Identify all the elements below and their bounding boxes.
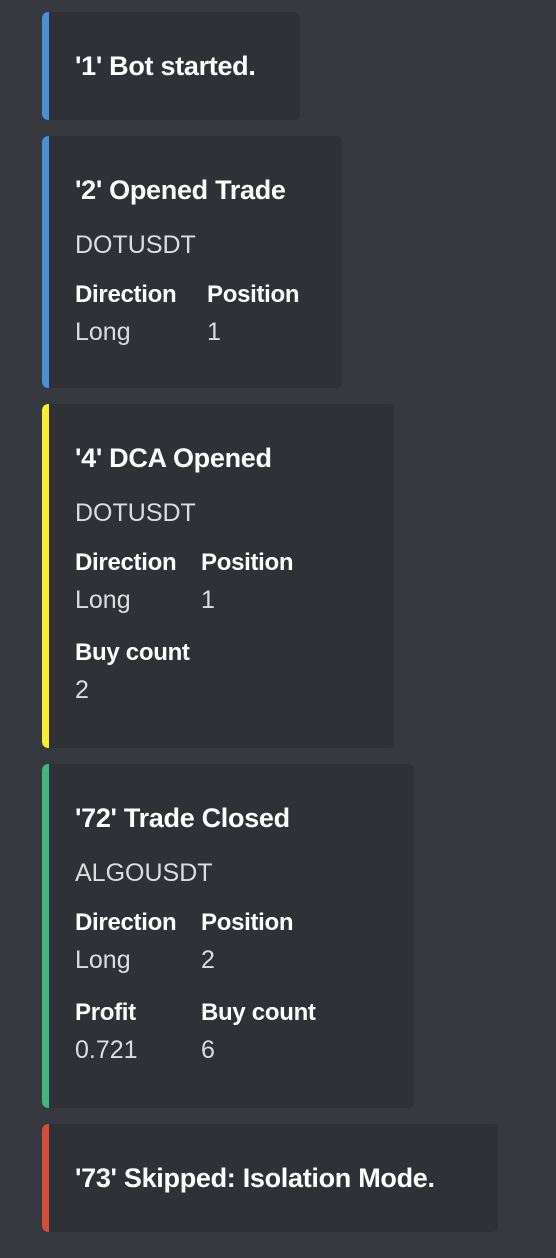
field-name: Direction xyxy=(75,281,177,308)
embed-description: DOTUSDT xyxy=(75,499,196,527)
embed-color-bar xyxy=(42,1124,49,1232)
embed-title: '4' DCA Opened xyxy=(75,443,272,473)
embed-title: '1' Bot started. xyxy=(75,51,256,81)
embed-color-bar xyxy=(42,404,49,748)
field-direction: Direction Long xyxy=(75,908,201,976)
field-row: Profit 0.721 Buy count 6 xyxy=(75,998,382,1066)
field-value: 6 xyxy=(201,1036,215,1064)
field-profit: Profit 0.721 xyxy=(75,998,201,1066)
field-value: 2 xyxy=(75,676,89,704)
field-direction: Direction Long xyxy=(75,548,201,616)
embed-title: '2' Opened Trade xyxy=(75,175,286,205)
embed-skipped: '73' Skipped: Isolation Mode. xyxy=(42,1124,498,1232)
field-value: Long xyxy=(75,946,131,974)
embed-fields: Direction Long Position 2 Profit 0.721 B… xyxy=(75,908,382,1066)
field-name: Position xyxy=(201,909,294,936)
field-direction: Direction Long xyxy=(75,280,207,348)
field-name: Position xyxy=(207,281,300,308)
field-row: Direction Long Position 2 xyxy=(75,908,382,976)
field-buy-count: Buy count 6 xyxy=(201,998,316,1066)
embed-color-bar xyxy=(42,136,49,388)
field-position: Position 2 xyxy=(201,908,294,976)
field-value: 0.721 xyxy=(75,1036,138,1064)
field-row: Direction Long Position 1 xyxy=(75,280,310,348)
field-value: Long xyxy=(75,586,131,614)
embed-trade-closed: '72' Trade Closed ALGOUSDT Direction Lon… xyxy=(42,764,414,1108)
embed-fields: Direction Long Position 1 Buy count 2 xyxy=(75,548,362,706)
field-name: Direction xyxy=(75,909,177,936)
field-row: Direction Long Position 1 xyxy=(75,548,362,616)
embed-color-bar xyxy=(42,764,49,1108)
field-name: Direction xyxy=(75,549,177,576)
field-buy-count: Buy count 2 xyxy=(75,638,190,706)
field-name: Buy count xyxy=(201,999,316,1026)
message-feed: '1' Bot started. '2' Opened Trade DOTUSD… xyxy=(0,0,556,1258)
field-value: 1 xyxy=(201,586,215,614)
embed-title: '72' Trade Closed xyxy=(75,803,290,833)
field-name: Profit xyxy=(75,999,136,1026)
embed-opened-trade: '2' Opened Trade DOTUSDT Direction Long … xyxy=(42,136,342,388)
field-value: 2 xyxy=(201,946,215,974)
embed-color-bar xyxy=(42,12,49,120)
field-position: Position 1 xyxy=(201,548,294,616)
field-name: Position xyxy=(201,549,294,576)
embed-description: DOTUSDT xyxy=(75,231,196,259)
field-row: Buy count 2 xyxy=(75,638,362,706)
embed-fields: Direction Long Position 1 xyxy=(75,280,310,348)
embed-bot-started: '1' Bot started. xyxy=(42,12,300,120)
embed-description: ALGOUSDT xyxy=(75,859,213,887)
field-value: Long xyxy=(75,318,131,346)
embed-title: '73' Skipped: Isolation Mode. xyxy=(75,1163,435,1193)
embed-dca-opened: '4' DCA Opened DOTUSDT Direction Long Po… xyxy=(42,404,394,748)
field-value: 1 xyxy=(207,318,221,346)
field-position: Position 1 xyxy=(207,280,300,348)
field-name: Buy count xyxy=(75,639,190,666)
